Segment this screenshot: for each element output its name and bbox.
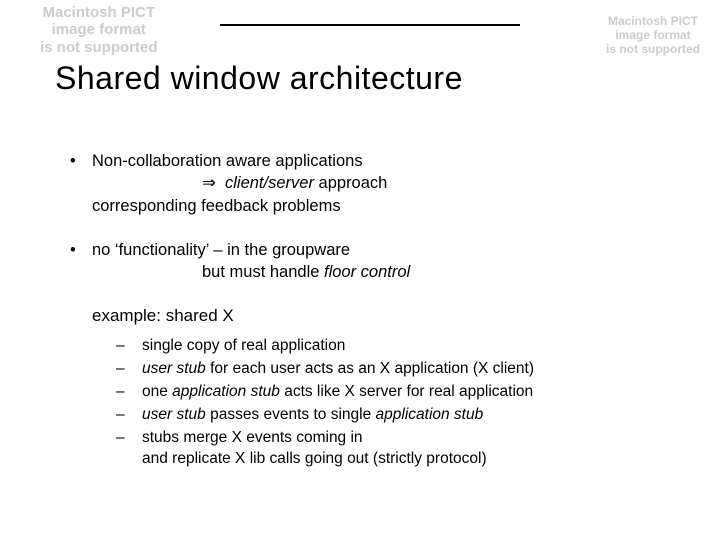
text: for each user acts as an X application (…	[206, 360, 534, 377]
dash-icon: –	[116, 382, 142, 403]
sub-bullet: – one application stub acts like X serve…	[116, 382, 680, 403]
bullet-line: corresponding feedback problems	[92, 195, 680, 217]
sub-body: user stub for each user acts as an X app…	[142, 359, 680, 380]
bullet-body: no ‘functionality’ – in the groupware bu…	[92, 239, 680, 284]
italic: floor control	[324, 263, 410, 281]
sub-body: user stub passes events to single applic…	[142, 405, 680, 426]
dash-icon: –	[116, 359, 142, 380]
bullet-line: but must handle floor control	[92, 261, 680, 283]
bullet-2: • no ‘functionality’ – in the groupware …	[70, 239, 680, 284]
text: approach	[314, 174, 387, 192]
sub-body: stubs merge X events coming in and repli…	[142, 428, 680, 470]
bullet-body: Non-collaboration aware applications ⇒ c…	[92, 150, 680, 217]
italic: user stub	[142, 360, 206, 377]
slide-title: Shared window architecture	[55, 60, 463, 97]
italic: application stub	[376, 406, 484, 423]
bullet-line: Non-collaboration aware applications	[92, 150, 680, 172]
ghost-line: image format	[40, 21, 158, 38]
text: but must handle	[202, 263, 324, 281]
italic: user stub	[142, 406, 206, 423]
arrow-icon: ⇒	[202, 173, 216, 192]
bullet-1: • Non-collaboration aware applications ⇒…	[70, 150, 680, 217]
sub-bullet: – stubs merge X events coming in and rep…	[116, 428, 680, 470]
example-heading: example: shared X	[92, 305, 680, 328]
ghost-line: Macintosh PICT	[40, 4, 158, 21]
dash-icon: –	[116, 405, 142, 426]
sub-bullet: – user stub for each user acts as an X a…	[116, 359, 680, 380]
ghost-line: is not supported	[40, 39, 158, 56]
dash-icon: –	[116, 428, 142, 470]
slide-content: • Non-collaboration aware applications ⇒…	[70, 150, 680, 472]
ghost-line: is not supported	[606, 43, 700, 57]
bullet-dot: •	[70, 150, 92, 217]
bullet-line: no ‘functionality’ – in the groupware	[92, 239, 680, 261]
sub-bullet: – user stub passes events to single appl…	[116, 405, 680, 426]
pict-ghost-left: Macintosh PICT image format is not suppo…	[40, 4, 158, 56]
sub-body: single copy of real application	[142, 336, 680, 357]
dash-icon: –	[116, 336, 142, 357]
bullet-line: ⇒ client/server approach	[92, 172, 680, 194]
text: passes events to single	[206, 406, 376, 423]
bullet-dot: •	[70, 239, 92, 284]
top-rule	[220, 24, 520, 26]
text: acts like X server for real application	[280, 383, 533, 400]
slide: Macintosh PICT image format is not suppo…	[0, 0, 720, 540]
pict-ghost-right: Macintosh PICT image format is not suppo…	[606, 15, 700, 56]
ghost-line: Macintosh PICT	[606, 15, 700, 29]
sub-bullet: – single copy of real application	[116, 336, 680, 357]
sub-body: one application stub acts like X server …	[142, 382, 680, 403]
italic: client/server	[225, 174, 314, 192]
text: one	[142, 383, 172, 400]
ghost-line: image format	[606, 29, 700, 43]
italic: application stub	[172, 383, 280, 400]
